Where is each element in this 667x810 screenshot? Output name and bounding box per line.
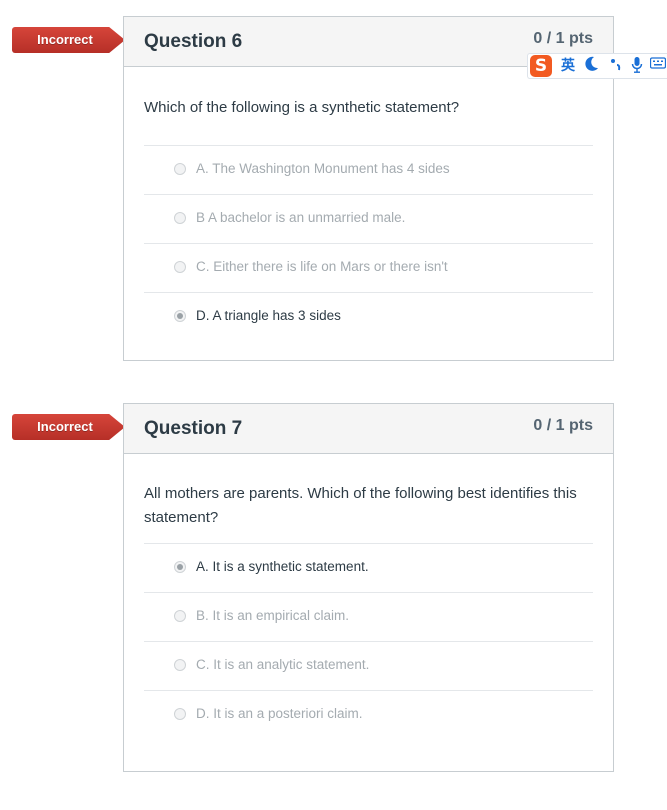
answer-label: C. It is an analytic statement. <box>196 657 370 672</box>
answer-label: C. Either there is life on Mars or there… <box>196 259 448 274</box>
question-card-7: Question 7 0 / 1 pts All mothers are par… <box>123 403 614 772</box>
answer-label: D. It is an a posteriori claim. <box>196 706 363 721</box>
answer-option-selected[interactable]: A. It is a synthetic statement. <box>144 543 593 592</box>
answer-label: A. The Washington Monument has 4 sides <box>196 161 450 176</box>
radio-button-selected[interactable] <box>174 310 186 322</box>
radio-button[interactable] <box>174 708 186 720</box>
radio-button[interactable] <box>174 610 186 622</box>
answer-option[interactable]: B. It is an empirical claim. <box>144 592 593 641</box>
answer-option[interactable]: A. The Washington Monument has 4 sides <box>144 145 593 194</box>
question-points: 0 / 1 pts <box>533 30 593 47</box>
punctuation-icon[interactable] <box>610 56 622 77</box>
answer-option[interactable]: C. It is an analytic statement. <box>144 641 593 690</box>
microphone-icon[interactable] <box>631 56 643 80</box>
moon-icon[interactable] <box>585 56 599 78</box>
answer-label: B. It is an empirical claim. <box>196 608 350 623</box>
radio-button[interactable] <box>174 659 186 671</box>
keyboard-icon[interactable] <box>649 56 667 76</box>
answer-option[interactable]: B A bachelor is an unmarried male. <box>144 194 593 243</box>
answer-list: A. It is a synthetic statement. B. It is… <box>144 543 593 739</box>
radio-button-selected[interactable] <box>174 561 186 573</box>
answer-label: B A bachelor is an unmarried male. <box>196 210 406 225</box>
ime-language-toggle[interactable]: 英 <box>561 56 575 76</box>
incorrect-badge: Incorrect <box>12 414 125 440</box>
ime-logo-icon[interactable]: S <box>530 55 552 77</box>
incorrect-badge-label: Incorrect <box>37 32 93 47</box>
question-text: Which of the following is a synthetic st… <box>144 99 460 116</box>
question-points: 0 / 1 pts <box>533 417 593 434</box>
question-header: Question 7 0 / 1 pts <box>124 404 613 454</box>
answer-option-selected[interactable]: D. A triangle has 3 sides <box>144 292 593 341</box>
ime-toolbar: S 英 <box>527 53 667 79</box>
answer-option[interactable]: D. It is an a posteriori claim. <box>144 690 593 739</box>
incorrect-badge-label: Incorrect <box>37 419 93 434</box>
incorrect-badge: Incorrect <box>12 27 125 53</box>
question-title: Question 7 <box>144 418 243 439</box>
answer-label: A. It is a synthetic statement. <box>196 559 369 574</box>
radio-button[interactable] <box>174 212 186 224</box>
answer-label: D. A triangle has 3 sides <box>196 308 341 323</box>
answer-option[interactable]: C. Either there is life on Mars or there… <box>144 243 593 292</box>
radio-button[interactable] <box>174 261 186 273</box>
question-title: Question 6 <box>144 31 243 52</box>
radio-button[interactable] <box>174 163 186 175</box>
question-text: All mothers are parents. Which of the fo… <box>144 485 577 526</box>
answer-list: A. The Washington Monument has 4 sides B… <box>144 145 593 341</box>
